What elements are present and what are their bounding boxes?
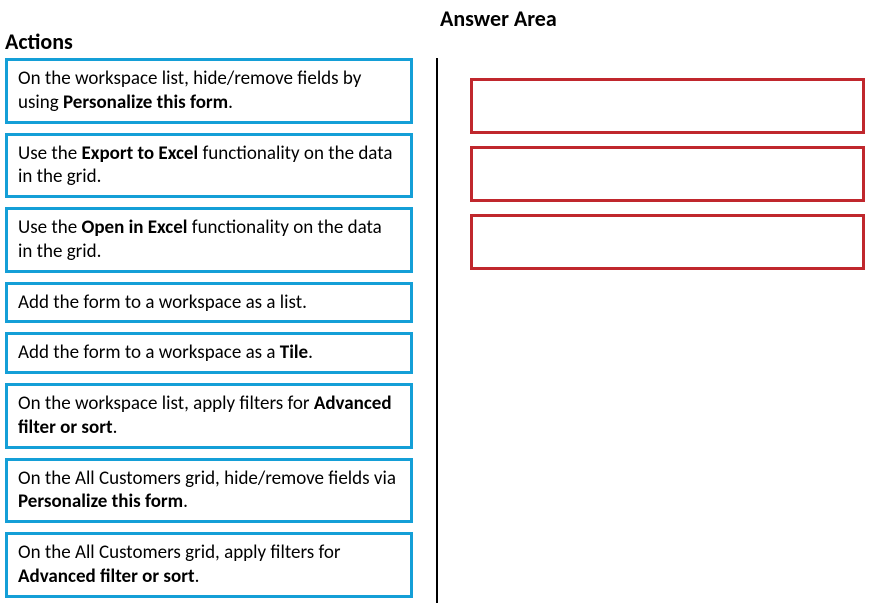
- action-text-post: .: [113, 416, 118, 439]
- action-item[interactable]: On the All Customers grid, apply filters…: [5, 532, 413, 598]
- action-text-pre: Use the: [18, 216, 81, 239]
- action-text-pre: On the All Customers grid, apply filters…: [18, 541, 341, 564]
- answer-slot[interactable]: [470, 78, 865, 134]
- action-item[interactable]: On the workspace list, apply filters for…: [5, 383, 413, 449]
- answer-area-title: Answer Area: [440, 5, 557, 32]
- action-item[interactable]: Add the form to a workspace as a Tile.: [5, 332, 413, 374]
- action-text-bold: Personalize this form: [18, 490, 183, 513]
- action-text-post: .: [228, 91, 233, 114]
- action-text-post: .: [183, 490, 188, 513]
- action-item[interactable]: Add the form to a workspace as a list.: [5, 282, 413, 324]
- action-text-pre: Add the form to a workspace as a list.: [18, 291, 307, 314]
- answer-slot[interactable]: [470, 146, 865, 202]
- action-text-post: .: [308, 341, 313, 364]
- action-text-bold: Advanced filter or sort: [18, 565, 195, 588]
- action-item[interactable]: Use the Export to Excel functionality on…: [5, 133, 413, 199]
- action-text-bold: Open in Excel: [81, 216, 187, 239]
- action-text-post: .: [195, 565, 200, 588]
- action-text-pre: On the All Customers grid, hide/remove f…: [18, 467, 396, 490]
- action-text-pre: Use the: [18, 142, 81, 165]
- action-text-bold: Tile: [280, 341, 308, 364]
- answer-slot[interactable]: [470, 214, 865, 270]
- action-item[interactable]: Use the Open in Excel functionality on t…: [5, 207, 413, 273]
- actions-column: On the workspace list, hide/remove field…: [5, 58, 413, 607]
- action-text-bold: Export to Excel: [81, 142, 198, 165]
- action-item[interactable]: On the workspace list, hide/remove field…: [5, 58, 413, 124]
- actions-title: Actions: [5, 28, 73, 55]
- action-text-bold: Personalize this form: [63, 91, 228, 114]
- answer-column: [470, 78, 865, 282]
- column-divider: [436, 58, 438, 603]
- action-text-pre: Add the form to a workspace as a: [18, 341, 280, 364]
- action-text-pre: On the workspace list, apply filters for: [18, 392, 314, 415]
- action-item[interactable]: On the All Customers grid, hide/remove f…: [5, 458, 413, 524]
